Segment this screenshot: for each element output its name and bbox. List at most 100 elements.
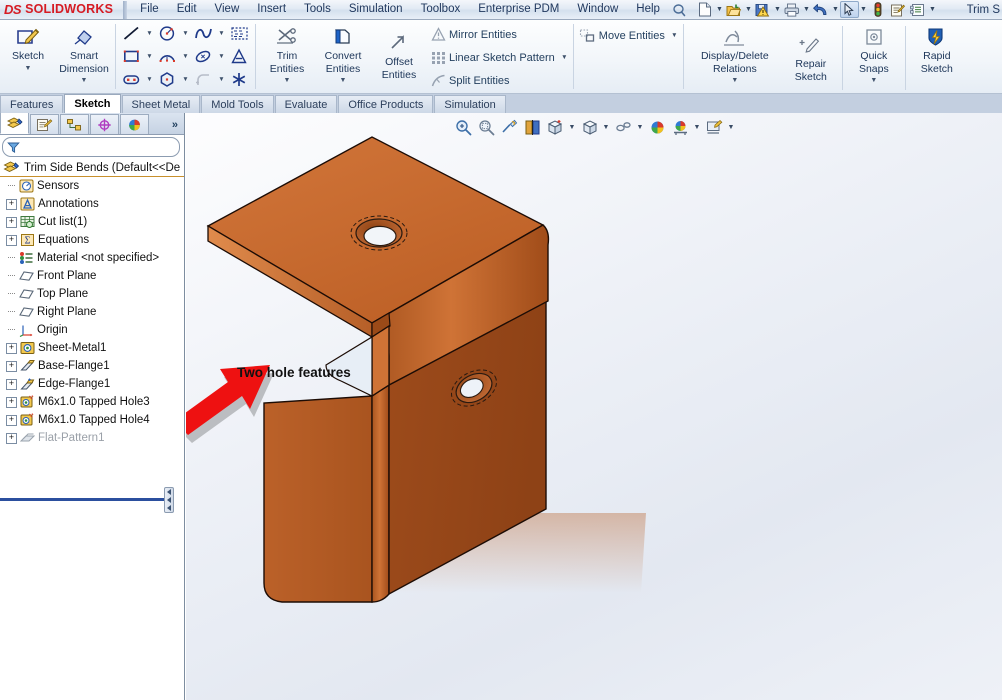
spline-tool-chevron-down-icon[interactable]: ▼ [216,23,227,45]
options-chevron-down-icon[interactable]: ▼ [928,1,937,19]
tree-item-material[interactable]: Material <not specified> [0,249,184,267]
undo-chevron-down-icon[interactable]: ▼ [831,1,840,19]
rollback-handle[interactable] [164,487,174,513]
menu-item-toolbox[interactable]: Toolbox [412,2,470,18]
menu-item-tools[interactable]: Tools [295,2,340,18]
circle-tool[interactable] [155,23,180,45]
rollback-bar[interactable] [0,487,174,513]
rectangle-tool-chevron-down-icon[interactable]: ▼ [144,46,155,68]
offset-entities-button[interactable]: Offset Entities [371,22,427,81]
quick-snaps-button[interactable]: Quick Snaps ▼ [846,22,902,84]
arc-tool[interactable] [155,46,180,68]
expand-toggle[interactable]: + [6,378,17,390]
expand-toggle[interactable]: + [6,216,17,228]
convert-entities-button[interactable]: Convert Entities ▼ [315,22,371,84]
tree-item-tapped-hole4[interactable]: + M6x1.0 Tapped Hole4 [0,411,184,429]
expand-toggle[interactable]: + [6,396,17,408]
tab-sketch[interactable]: Sketch [64,94,121,113]
menu-item-insert[interactable]: Insert [248,2,295,18]
point-star-icon-tool[interactable] [227,69,252,91]
quick-snaps-chevron-down-icon[interactable]: ▼ [870,77,877,84]
split-entities-command[interactable]: Split Entities [427,69,570,92]
save-chevron-down-icon[interactable]: ▼ [773,1,782,19]
display-manager-tab[interactable] [120,114,149,134]
feature-tree-filter-input[interactable] [23,139,179,155]
graphics-viewport[interactable]: ▼ ▼ ▼ ▼ ▼ Two hole features [186,113,1002,700]
tree-item-flat-pattern1[interactable]: + Flat-Pattern1 [0,429,184,447]
arc-tool-chevron-down-icon[interactable]: ▼ [180,46,191,68]
polygon-tool[interactable] [155,69,180,91]
text-a-icon-tool[interactable] [227,46,252,68]
rectangle-tool[interactable] [119,46,144,68]
spline-tool[interactable] [191,23,216,45]
expand-toggle[interactable]: + [6,414,17,426]
mirror-entities-command[interactable]: Mirror Entities [427,23,570,46]
file-properties-icon[interactable] [888,1,908,19]
print-icon[interactable] [782,1,802,19]
tab-evaluate[interactable]: Evaluate [274,95,338,113]
convert-entities-chevron-down-icon[interactable]: ▼ [340,77,347,84]
new-document-chevron-down-icon[interactable]: ▼ [715,1,724,19]
sketch-button[interactable]: Sketch ▼ [0,22,56,72]
ellipse-tool-chevron-down-icon[interactable]: ▼ [216,46,227,68]
expand-toggle[interactable]: + [6,198,17,210]
linear-sketch-pattern-chevron-down-icon[interactable]: ▼ [559,47,570,69]
trim-entities-chevron-down-icon[interactable]: ▼ [284,77,291,84]
dimxpert-manager-tab[interactable] [90,114,119,134]
new-document-icon[interactable] [695,1,715,19]
select-icon[interactable] [839,1,859,18]
tab-sheet-metal[interactable]: Sheet Metal [121,95,201,113]
tab-features[interactable]: Features [0,95,64,113]
tree-item-right-plane[interactable]: Right Plane [0,303,184,321]
menu-item-enterprise-pdm[interactable]: Enterprise PDM [469,2,568,18]
tab-mold-tools[interactable]: Mold Tools [201,95,274,113]
trim-entities-button[interactable]: Trim Entities ▼ [259,22,315,84]
tree-item-annotations[interactable]: + Annotations [0,195,184,213]
circle-tool-chevron-down-icon[interactable]: ▼ [180,23,191,45]
expand-toggle[interactable]: + [6,360,17,372]
slot-tool[interactable] [119,69,144,91]
feature-tree-tab[interactable] [0,113,29,134]
line-tool-chevron-down-icon[interactable]: ▼ [144,23,155,45]
open-document-icon[interactable] [724,1,744,19]
linear-sketch-pattern-command[interactable]: Linear Sketch Pattern ▼ [427,46,570,69]
tree-item-base-flange1[interactable]: + Base-Flange1 [0,357,184,375]
sketch-chevron-down-icon[interactable]: ▼ [25,65,32,72]
tree-item-tapped-hole3[interactable]: + M6x1.0 Tapped Hole3 [0,393,184,411]
sketch-fillet-tool[interactable] [191,69,216,91]
pin-menu-icon[interactable] [669,1,689,19]
configuration-manager-tab[interactable] [60,114,89,134]
move-entities-command[interactable]: Move Entities ▼ [577,24,680,47]
property-manager-tab[interactable] [30,114,59,134]
smart-dimension-chevron-down-icon[interactable]: ▼ [81,77,88,84]
expand-toggle[interactable]: + [6,342,17,354]
feature-tree-root[interactable]: Trim Side Bends (Default<<De [0,159,184,177]
menu-item-window[interactable]: Window [568,2,627,18]
sketch-fillet-chevron-down-icon[interactable]: ▼ [216,69,227,91]
menu-item-help[interactable]: Help [627,2,669,18]
tab-office-products[interactable]: Office Products [338,95,434,113]
menu-item-file[interactable]: File [131,2,168,18]
expand-toggle[interactable]: + [6,234,17,246]
options-icon[interactable] [908,1,928,19]
ellipse-tool[interactable] [191,46,216,68]
tree-item-origin[interactable]: Origin [0,321,184,339]
print-chevron-down-icon[interactable]: ▼ [802,1,811,19]
menu-item-edit[interactable]: Edit [168,2,206,18]
undo-icon[interactable] [811,1,831,19]
rapid-sketch-button[interactable]: Rapid Sketch [909,22,965,75]
expand-toggle[interactable]: + [6,432,17,444]
dashed-region-icon-tool[interactable] [227,23,252,45]
smart-dimension-button[interactable]: Smart Dimension ▼ [56,22,112,84]
slot-tool-chevron-down-icon[interactable]: ▼ [144,69,155,91]
tree-item-front-plane[interactable]: Front Plane [0,267,184,285]
menu-item-simulation[interactable]: Simulation [340,2,412,18]
tree-item-equations[interactable]: + Σ Equations [0,231,184,249]
rebuild-icon[interactable] [868,1,888,19]
repair-sketch-button[interactable]: Repair Sketch [783,22,839,83]
feature-tree-filter[interactable] [2,137,180,157]
more-tabs-chevron-icon[interactable]: » [172,119,184,134]
tree-item-sheet-metal1[interactable]: + Sheet-Metal1 [0,339,184,357]
tree-item-edge-flange1[interactable]: + Edge-Flange1 [0,375,184,393]
menu-item-view[interactable]: View [206,2,249,18]
